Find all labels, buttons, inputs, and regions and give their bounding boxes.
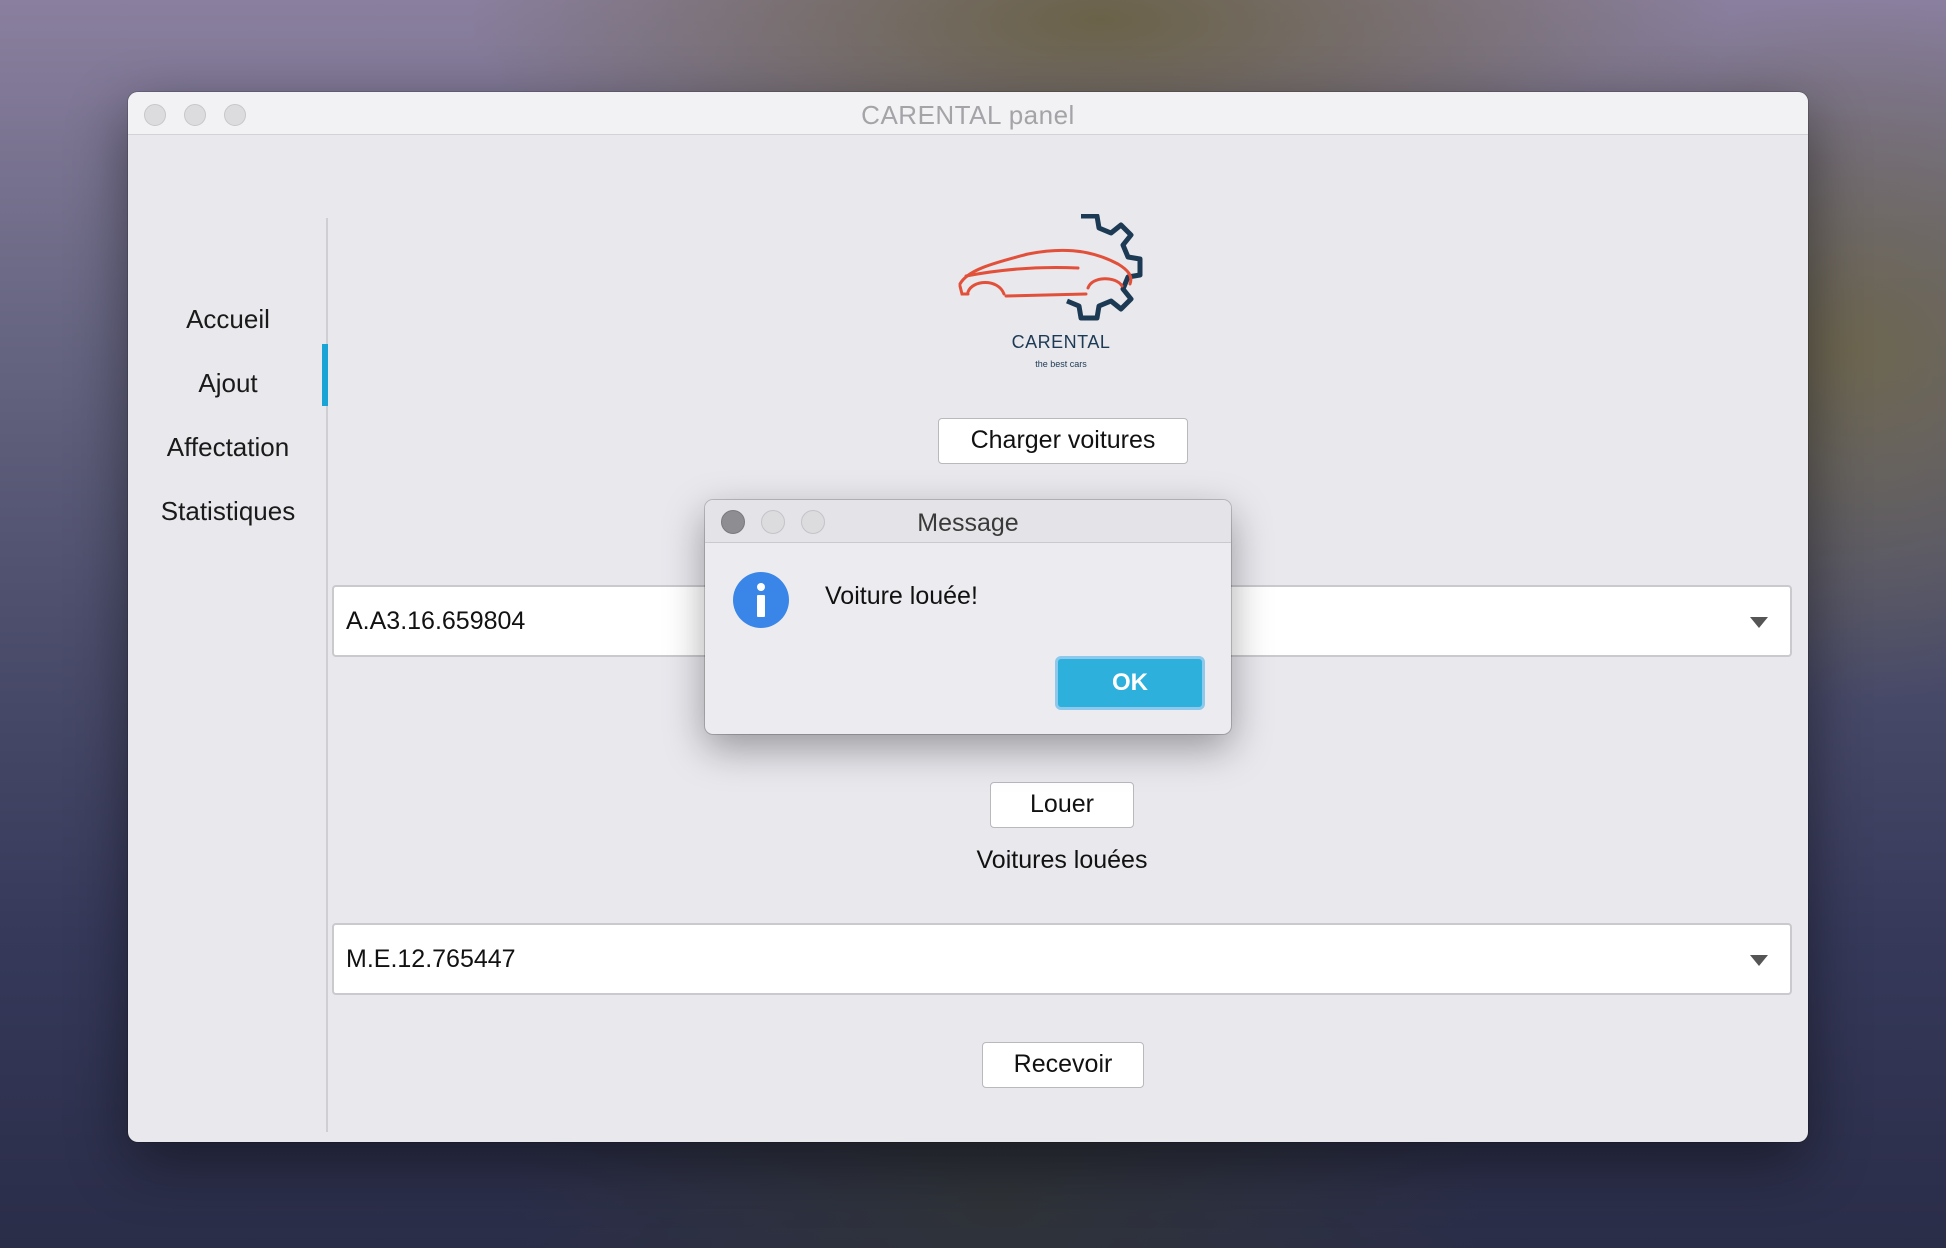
ok-button[interactable]: OK: [1055, 656, 1205, 710]
sidebar-item-accueil[interactable]: Accueil: [128, 292, 328, 346]
rented-cars-select[interactable]: M.E.12.765447: [332, 923, 1792, 995]
window-title: CARENTAL panel: [861, 100, 1075, 130]
dialog-titlebar: Message: [705, 500, 1231, 543]
carental-logo: CARENTAL the best cars: [958, 213, 1198, 382]
dialog-message: Voiture louée!: [825, 582, 978, 610]
chevron-down-icon: [1750, 617, 1768, 628]
logo-name: CARENTAL: [1011, 332, 1111, 352]
logo-tagline: the best cars: [1035, 359, 1087, 369]
load-cars-button[interactable]: Charger voitures: [938, 418, 1188, 464]
rent-button[interactable]: Louer: [990, 782, 1134, 828]
dialog-title: Message: [917, 509, 1019, 537]
sidebar-item-ajout[interactable]: Ajout: [128, 356, 328, 410]
receive-button[interactable]: Recevoir: [982, 1042, 1144, 1088]
message-dialog: Message Voiture louée! OK: [705, 500, 1231, 734]
window-titlebar: CARENTAL panel: [128, 92, 1808, 135]
rented-cars-value: M.E.12.765447: [346, 945, 516, 973]
chevron-down-icon: [1750, 955, 1768, 966]
sidebar-item-statistiques[interactable]: Statistiques: [128, 484, 328, 538]
active-nav-indicator: [322, 344, 328, 406]
sidebar-item-affectation[interactable]: Affectation: [128, 420, 328, 474]
car-gear-icon: [958, 213, 1143, 321]
rented-cars-label: Voitures louées: [976, 846, 1148, 874]
info-icon: [733, 572, 789, 628]
available-cars-value: A.A3.16.659804: [346, 607, 526, 635]
sidebar-nav: Accueil Ajout Affectation Statistiques: [128, 134, 328, 1142]
